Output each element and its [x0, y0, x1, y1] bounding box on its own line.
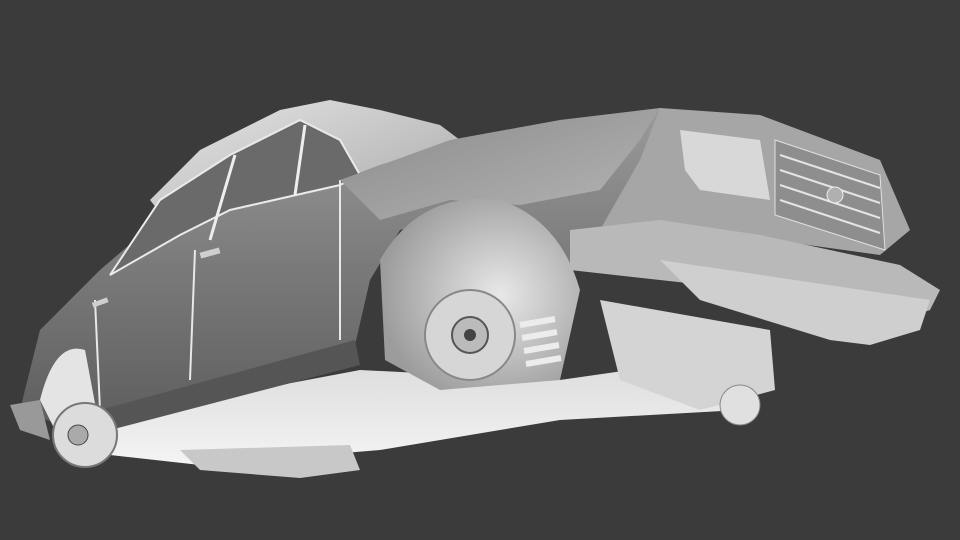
- 3d-viewport[interactable]: [0, 0, 960, 540]
- front-right-wheel-hub: [719, 384, 761, 426]
- rear-brake-disc: [52, 402, 118, 468]
- brand-emblem: [826, 186, 844, 204]
- front-brake-disc: [424, 289, 516, 381]
